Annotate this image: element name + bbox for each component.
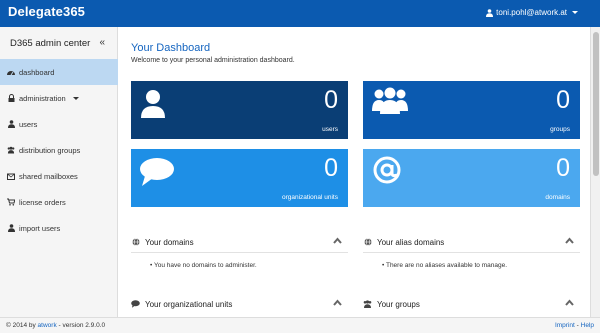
divider: [363, 252, 580, 253]
chevron-up-icon[interactable]: [565, 299, 574, 306]
dashboard-icon: [7, 68, 15, 76]
cart-icon: [7, 198, 15, 206]
brand-logo[interactable]: Delegate365: [8, 4, 85, 19]
help-link[interactable]: Help: [581, 322, 594, 329]
page-title: Your Dashboard: [131, 42, 211, 54]
caret-down-icon: [72, 96, 79, 100]
organizational-units-label: organizational units: [281, 194, 338, 201]
sidebar-item-users[interactable]: users: [0, 111, 118, 137]
group-icon: [363, 300, 372, 309]
mailboxes-icon: [7, 172, 15, 180]
organizational-units-count: 0: [324, 154, 338, 182]
footer: © 2014 by atwork - version 2.9.0.0 Impri…: [0, 317, 600, 333]
import-user-icon: [7, 224, 15, 232]
collapse-sidebar-button[interactable]: «: [99, 37, 105, 48]
sidebar-item-label: users: [19, 119, 38, 129]
group-icon: [7, 146, 15, 154]
sidebar-item-administration[interactable]: administration: [0, 85, 118, 111]
user-icon: [7, 120, 15, 128]
sidebar-item-dashboard[interactable]: dashboard: [0, 59, 118, 85]
groups-panel-title: Your groups: [377, 299, 420, 309]
globe-icon: [131, 238, 140, 247]
divider: [131, 252, 348, 253]
at-icon: [373, 156, 401, 184]
chevron-down-icon: [572, 11, 578, 14]
chevron-up-icon[interactable]: [565, 237, 574, 244]
sidebar-item-license-orders[interactable]: license orders: [0, 189, 118, 215]
domains-panel-message: • You have no domains to administer.: [150, 262, 257, 269]
atwork-link[interactable]: atwork: [38, 322, 57, 329]
alias-domains-panel-title: Your alias domains: [377, 237, 445, 247]
sidebar-item-shared-mailboxes[interactable]: shared mailboxes: [0, 163, 118, 189]
domains-label: domains: [545, 194, 570, 201]
sidebar: D365 admin center « dashboard administra…: [0, 27, 118, 317]
sidebar-item-import-users[interactable]: import users: [0, 215, 118, 241]
sidebar-item-label: import users: [19, 223, 61, 233]
domains-count: 0: [556, 154, 570, 182]
lock-icon: [7, 94, 15, 102]
user-icon: [141, 90, 165, 118]
group-icon: [372, 87, 408, 114]
users-label: users: [322, 126, 338, 133]
sidebar-item-label: dashboard: [19, 67, 55, 77]
sidebar-item-label: license orders: [19, 197, 66, 207]
alias-domains-panel-header[interactable]: Your alias domains: [363, 233, 580, 251]
sidebar-title: D365 admin center: [10, 38, 91, 49]
scrollbar-thumb[interactable]: [593, 32, 599, 176]
speech-bubble-icon: [131, 300, 140, 309]
page-subtitle: Welcome to your personal administration …: [131, 57, 295, 64]
users-tile[interactable]: 0 users: [131, 81, 348, 139]
sidebar-item-distribution-groups[interactable]: distribution groups: [0, 137, 118, 163]
organizational-units-tile[interactable]: 0 organizational units: [131, 149, 348, 207]
dashboard-content: Your Dashboard Welcome to your personal …: [118, 27, 590, 317]
chevron-up-icon[interactable]: [333, 237, 342, 244]
version-text: - version 2.9.0.0: [58, 322, 106, 329]
chevron-up-icon[interactable]: [333, 299, 342, 306]
vertical-scrollbar[interactable]: [590, 27, 600, 317]
user-icon: [486, 8, 494, 17]
imprint-link[interactable]: Imprint: [555, 322, 575, 329]
domains-panel-title: Your domains: [145, 237, 194, 247]
groups-panel-header[interactable]: Your groups: [363, 295, 580, 313]
footer-links: Imprint - Help: [554, 322, 594, 329]
speech-bubble-icon: [140, 158, 174, 186]
user-menu[interactable]: toni.pohl@atwork.at: [486, 8, 578, 17]
users-count: 0: [324, 86, 338, 114]
sidebar-item-label: distribution groups: [19, 145, 81, 155]
groups-count: 0: [556, 86, 570, 114]
domains-panel-header[interactable]: Your domains: [131, 233, 348, 251]
sidebar-item-label: shared mailboxes: [19, 171, 78, 181]
globe-icon: [363, 238, 372, 247]
groups-label: groups: [550, 126, 570, 133]
footer-copyright: © 2014 by atwork - version 2.9.0.0: [6, 322, 106, 329]
organizational-units-panel-header[interactable]: Your organizational units: [131, 295, 348, 313]
top-navbar: Delegate365 toni.pohl@atwork.at: [0, 0, 600, 27]
domains-tile[interactable]: 0 domains: [363, 149, 580, 207]
alias-domains-panel-message: • There are no aliases available to mana…: [382, 262, 508, 269]
groups-tile[interactable]: 0 groups: [363, 81, 580, 139]
user-email: toni.pohl@atwork.at: [496, 8, 567, 17]
organizational-units-panel-title: Your organizational units: [145, 299, 233, 309]
sidebar-item-label: administration: [19, 93, 66, 103]
